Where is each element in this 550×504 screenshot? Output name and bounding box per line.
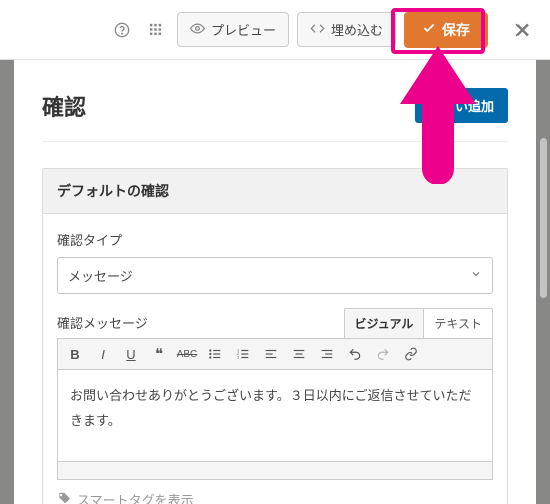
check-icon	[422, 21, 436, 38]
add-new-button[interactable]: 新しい追加	[415, 88, 508, 123]
message-text: お問い合わせありがとうございます。３日以内にご返信させていただきます。	[70, 388, 471, 428]
right-gutter	[536, 60, 550, 504]
save-button[interactable]: 保存	[404, 12, 488, 48]
preview-button[interactable]: プレビュー	[177, 12, 289, 47]
redo-button[interactable]	[374, 345, 392, 363]
page-title: 確認	[42, 90, 86, 122]
tab-visual[interactable]: ビジュアル	[345, 309, 424, 338]
type-label: 確認タイプ	[57, 230, 493, 249]
panel-body: 確認タイプ メッセージ 確認メッセージ ビジュアル テキスト B I U ❝ A	[43, 214, 507, 504]
help-icon[interactable]	[109, 17, 135, 43]
align-left-button[interactable]	[262, 345, 280, 363]
close-button[interactable]	[508, 15, 538, 45]
smart-tags-label: スマートタグを表示	[77, 490, 194, 504]
message-editor[interactable]: お問い合わせありがとうございます。３日以内にご返信させていただきます。	[57, 370, 493, 462]
blockquote-button[interactable]: ❝	[150, 345, 168, 363]
smart-tags-link[interactable]: スマートタグを表示	[57, 490, 493, 504]
bulleted-list-button[interactable]	[206, 345, 224, 363]
editor-resize-handle[interactable]	[57, 462, 493, 480]
confirmation-type-select[interactable]: メッセージ	[57, 257, 493, 294]
italic-button[interactable]: I	[94, 345, 112, 363]
editor-toolbar: B I U ❝ ABC 123	[57, 338, 493, 370]
preview-label: プレビュー	[211, 20, 276, 39]
eye-icon	[190, 21, 205, 39]
undo-button[interactable]	[346, 345, 364, 363]
chevron-down-icon	[470, 268, 482, 283]
page-header: 確認 新しい追加	[42, 78, 508, 142]
link-button[interactable]	[402, 345, 420, 363]
content-area: 確認 新しい追加 デフォルトの確認 確認タイプ メッセージ 確認メッセージ ビジ…	[14, 60, 536, 504]
scrollbar-thumb[interactable]	[540, 138, 547, 298]
top-toolbar: プレビュー 埋め込む 保存	[0, 0, 550, 60]
confirmation-panel: デフォルトの確認 確認タイプ メッセージ 確認メッセージ ビジュアル テキスト …	[42, 168, 508, 504]
align-right-button[interactable]	[318, 345, 336, 363]
embed-button[interactable]: 埋め込む	[297, 12, 396, 47]
bold-button[interactable]: B	[66, 345, 84, 363]
save-label: 保存	[442, 20, 470, 40]
left-gutter	[0, 60, 14, 504]
code-icon	[310, 21, 325, 39]
embed-label: 埋め込む	[331, 20, 383, 39]
panel-title: デフォルトの確認	[43, 169, 507, 214]
message-label: 確認メッセージ	[57, 313, 148, 332]
editor-tabs: ビジュアル テキスト	[344, 308, 493, 338]
strikethrough-button[interactable]: ABC	[178, 345, 196, 363]
align-center-button[interactable]	[290, 345, 308, 363]
select-value: メッセージ	[68, 266, 133, 285]
tab-text[interactable]: テキスト	[423, 309, 492, 338]
underline-button[interactable]: U	[122, 345, 140, 363]
svg-text:3: 3	[237, 356, 239, 360]
apps-grid-icon[interactable]	[143, 17, 169, 43]
tag-icon	[57, 491, 71, 504]
numbered-list-button[interactable]: 123	[234, 345, 252, 363]
